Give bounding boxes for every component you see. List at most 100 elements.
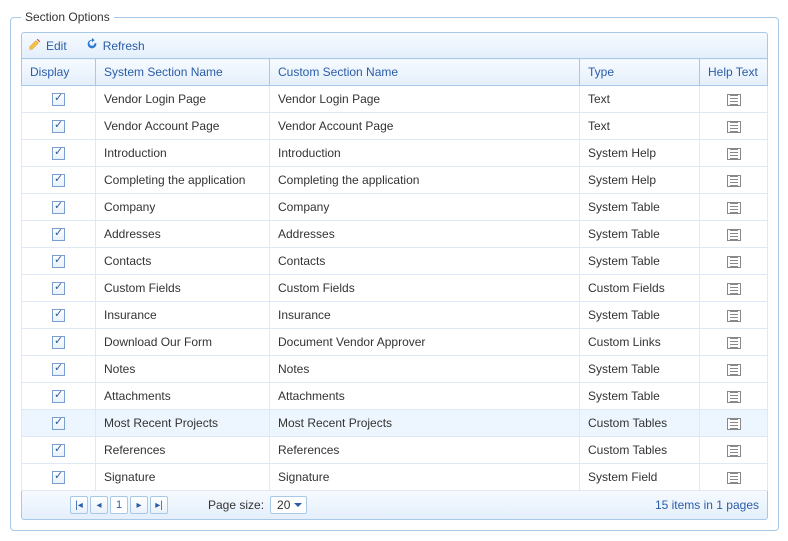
cell-display	[22, 167, 96, 194]
table-header-row: Display System Section Name Custom Secti…	[22, 59, 768, 86]
display-checkbox[interactable]	[52, 336, 65, 349]
table-row[interactable]: AttachmentsAttachmentsSystem Table	[22, 383, 768, 410]
cell-custom-name: Contacts	[270, 248, 580, 275]
section-options-panel: Section Options Edit Refresh Display Sys…	[10, 10, 779, 531]
document-icon[interactable]	[727, 310, 741, 322]
cell-custom-name: Insurance	[270, 302, 580, 329]
cell-type: System Table	[580, 302, 700, 329]
cell-help-text	[700, 221, 768, 248]
cell-help-text	[700, 113, 768, 140]
display-checkbox[interactable]	[52, 309, 65, 322]
document-icon[interactable]	[727, 472, 741, 484]
table-row[interactable]: Completing the applicationCompleting the…	[22, 167, 768, 194]
display-checkbox[interactable]	[52, 120, 65, 133]
display-checkbox[interactable]	[52, 417, 65, 430]
cell-type: System Table	[580, 221, 700, 248]
display-checkbox[interactable]	[52, 444, 65, 457]
document-icon[interactable]	[727, 94, 741, 106]
col-display[interactable]: Display	[22, 59, 96, 86]
cell-custom-name: Addresses	[270, 221, 580, 248]
table-row[interactable]: NotesNotesSystem Table	[22, 356, 768, 383]
cell-system-name: Vendor Login Page	[96, 86, 270, 113]
cell-type: System Table	[580, 356, 700, 383]
cell-display	[22, 329, 96, 356]
cell-type: System Help	[580, 140, 700, 167]
cell-system-name: Notes	[96, 356, 270, 383]
document-icon[interactable]	[727, 229, 741, 241]
table-row[interactable]: ContactsContactsSystem Table	[22, 248, 768, 275]
cell-custom-name: Most Recent Projects	[270, 410, 580, 437]
table-row[interactable]: Download Our FormDocument Vendor Approve…	[22, 329, 768, 356]
cell-system-name: Signature	[96, 464, 270, 491]
cell-custom-name: Notes	[270, 356, 580, 383]
pager-last-button[interactable]: ▸|	[150, 496, 168, 514]
document-icon[interactable]	[727, 148, 741, 160]
document-icon[interactable]	[727, 121, 741, 133]
document-icon[interactable]	[727, 364, 741, 376]
table-row[interactable]: InsuranceInsuranceSystem Table	[22, 302, 768, 329]
document-icon[interactable]	[727, 391, 741, 403]
table-row[interactable]: Custom FieldsCustom FieldsCustom Fields	[22, 275, 768, 302]
cell-help-text	[700, 464, 768, 491]
pager: |◂ ◂ 1 ▸ ▸| Page size: 20 15 items in 1 …	[21, 491, 768, 520]
cell-help-text	[700, 410, 768, 437]
cell-type: Custom Links	[580, 329, 700, 356]
cell-display	[22, 437, 96, 464]
display-checkbox[interactable]	[52, 282, 65, 295]
document-icon[interactable]	[727, 337, 741, 349]
display-checkbox[interactable]	[52, 147, 65, 160]
display-checkbox[interactable]	[52, 93, 65, 106]
cell-system-name: References	[96, 437, 270, 464]
display-checkbox[interactable]	[52, 390, 65, 403]
cell-system-name: Download Our Form	[96, 329, 270, 356]
display-checkbox[interactable]	[52, 228, 65, 241]
cell-help-text	[700, 194, 768, 221]
table-row[interactable]: Vendor Login PageVendor Login PageText	[22, 86, 768, 113]
edit-button[interactable]: Edit	[28, 37, 67, 54]
col-custom-name[interactable]: Custom Section Name	[270, 59, 580, 86]
display-checkbox[interactable]	[52, 363, 65, 376]
document-icon[interactable]	[727, 283, 741, 295]
display-checkbox[interactable]	[52, 471, 65, 484]
cell-custom-name: Custom Fields	[270, 275, 580, 302]
col-system-name[interactable]: System Section Name	[96, 59, 270, 86]
refresh-icon	[85, 37, 99, 54]
table-row[interactable]: IntroductionIntroductionSystem Help	[22, 140, 768, 167]
pager-prev-button[interactable]: ◂	[90, 496, 108, 514]
cell-display	[22, 194, 96, 221]
page-size-control: Page size: 20	[208, 496, 307, 514]
col-help-text[interactable]: Help Text	[700, 59, 768, 86]
pencil-icon	[28, 37, 42, 54]
document-icon[interactable]	[727, 256, 741, 268]
document-icon[interactable]	[727, 445, 741, 457]
document-icon[interactable]	[727, 175, 741, 187]
refresh-button[interactable]: Refresh	[85, 37, 145, 54]
pager-page-1[interactable]: 1	[110, 496, 128, 514]
table-row[interactable]: Vendor Account PageVendor Account PageTe…	[22, 113, 768, 140]
cell-type: Custom Tables	[580, 410, 700, 437]
table-row[interactable]: SignatureSignatureSystem Field	[22, 464, 768, 491]
panel-legend: Section Options	[21, 10, 114, 24]
table-row[interactable]: AddressesAddressesSystem Table	[22, 221, 768, 248]
cell-display	[22, 113, 96, 140]
document-icon[interactable]	[727, 418, 741, 430]
table-row[interactable]: Most Recent ProjectsMost Recent Projects…	[22, 410, 768, 437]
cell-system-name: Most Recent Projects	[96, 410, 270, 437]
cell-custom-name: Attachments	[270, 383, 580, 410]
cell-system-name: Attachments	[96, 383, 270, 410]
display-checkbox[interactable]	[52, 174, 65, 187]
cell-custom-name: Introduction	[270, 140, 580, 167]
pager-next-button[interactable]: ▸	[130, 496, 148, 514]
pager-first-button[interactable]: |◂	[70, 496, 88, 514]
table-row[interactable]: CompanyCompanySystem Table	[22, 194, 768, 221]
table-row[interactable]: ReferencesReferencesCustom Tables	[22, 437, 768, 464]
col-type[interactable]: Type	[580, 59, 700, 86]
cell-type: System Field	[580, 464, 700, 491]
pager-status: 15 items in 1 pages	[655, 498, 759, 512]
cell-custom-name: Vendor Login Page	[270, 86, 580, 113]
display-checkbox[interactable]	[52, 201, 65, 214]
document-icon[interactable]	[727, 202, 741, 214]
cell-help-text	[700, 356, 768, 383]
page-size-select[interactable]: 20	[270, 496, 307, 514]
display-checkbox[interactable]	[52, 255, 65, 268]
